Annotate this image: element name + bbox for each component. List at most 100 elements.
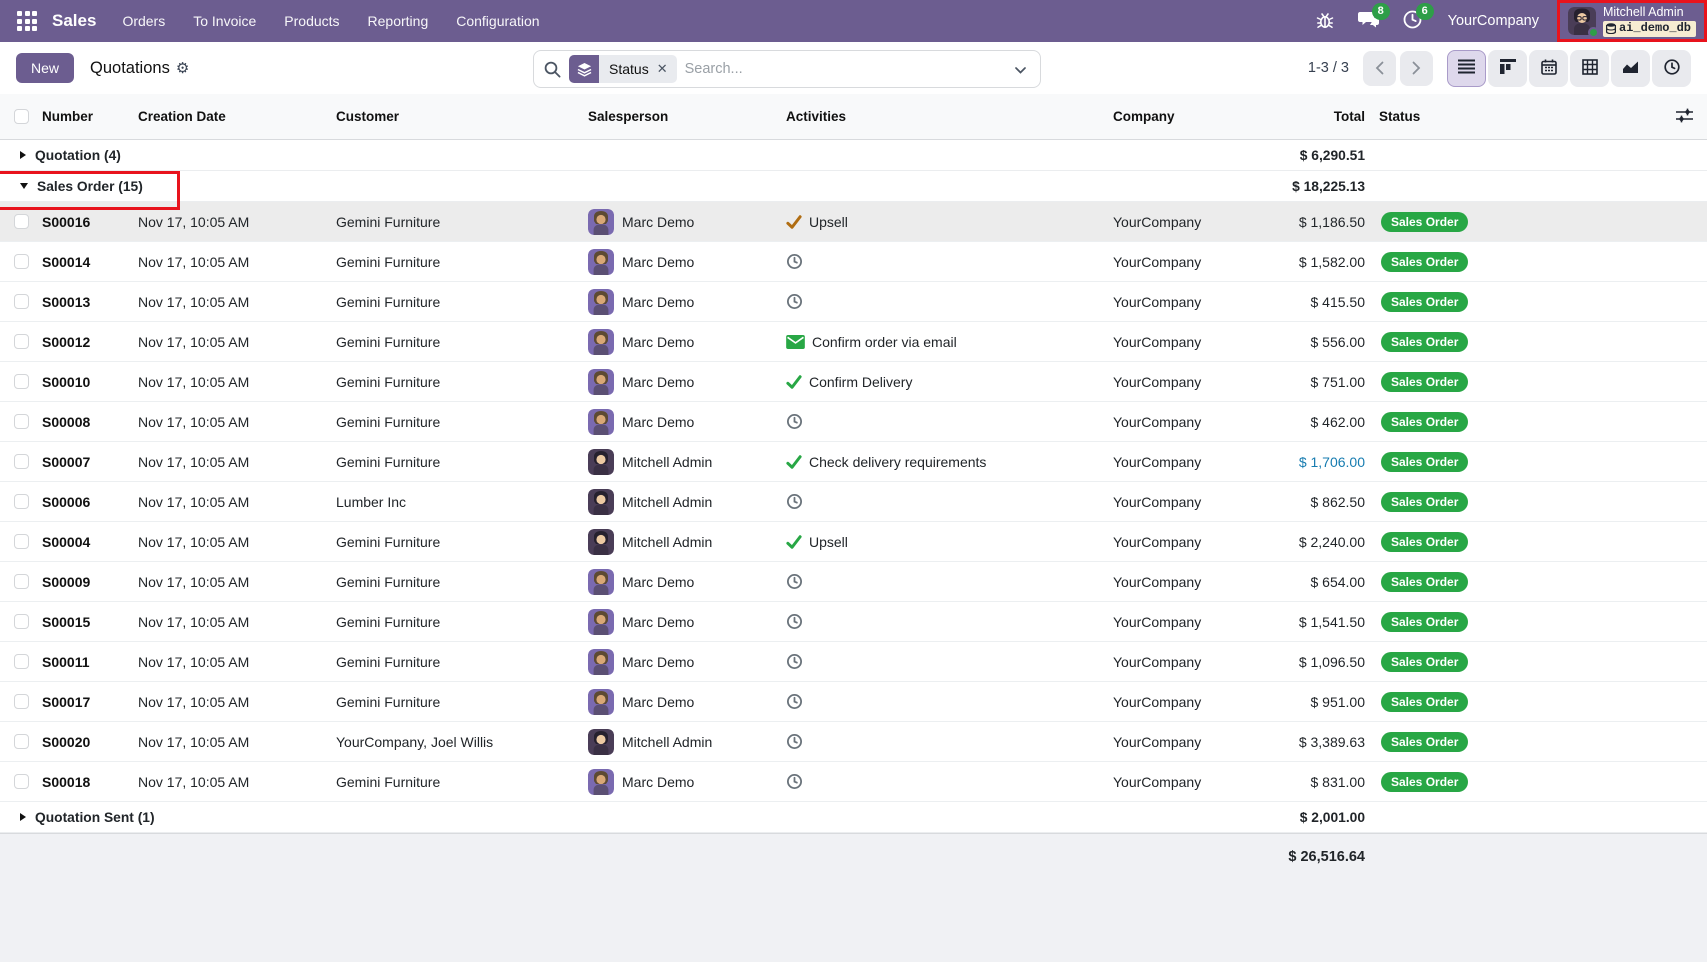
cell-salesperson: Marc Demo	[586, 209, 784, 235]
cell-activities[interactable]: Check delivery requirements	[784, 454, 1111, 470]
cell-activities[interactable]	[784, 413, 1111, 430]
group-caret-icon	[20, 183, 28, 189]
menu-orders[interactable]: Orders	[122, 13, 165, 29]
column-header-total[interactable]: Total	[1283, 109, 1373, 124]
row-checkbox[interactable]	[14, 214, 29, 229]
row-checkbox[interactable]	[14, 454, 29, 469]
table-row-s00006[interactable]: S00006Nov 17, 10:05 AMLumber IncMitchell…	[0, 482, 1707, 522]
row-checkbox[interactable]	[14, 374, 29, 389]
salesperson-name: Mitchell Admin	[622, 454, 712, 470]
status-badge: Sales Order	[1381, 412, 1468, 432]
cell-total: $ 751.00	[1283, 374, 1373, 390]
table-row-s00014[interactable]: S00014Nov 17, 10:05 AMGemini FurnitureMa…	[0, 242, 1707, 282]
row-checkbox[interactable]	[14, 294, 29, 309]
row-checkbox[interactable]	[14, 694, 29, 709]
group-row-sales-order[interactable]: Sales Order (15)$ 18,225.13	[0, 171, 1707, 202]
pager-previous-button[interactable]	[1363, 51, 1396, 86]
column-header-number[interactable]: Number	[40, 109, 136, 124]
view-switcher-pivot[interactable]	[1570, 50, 1609, 87]
select-all-checkbox[interactable]	[14, 109, 29, 124]
user-menu[interactable]: Mitchell Admin ai_demo_db	[1557, 0, 1707, 42]
pager-next-button[interactable]	[1400, 51, 1433, 86]
active-company[interactable]: YourCompany	[1448, 13, 1539, 29]
row-checkbox[interactable]	[14, 534, 29, 549]
table-row-s00010[interactable]: S00010Nov 17, 10:05 AMGemini FurnitureMa…	[0, 362, 1707, 402]
search-facet-status[interactable]: Status ✕	[569, 55, 677, 83]
group-row-quotation-sent[interactable]: Quotation Sent (1)$ 2,001.00	[0, 802, 1707, 833]
optional-columns-icon[interactable]	[1676, 108, 1693, 126]
table-row-s00007[interactable]: S00007Nov 17, 10:05 AMGemini FurnitureMi…	[0, 442, 1707, 482]
gear-icon[interactable]: ⚙	[176, 59, 189, 77]
row-checkbox[interactable]	[14, 774, 29, 789]
facet-close-icon[interactable]: ✕	[655, 55, 677, 83]
cell-activities[interactable]	[784, 293, 1111, 310]
messages-button[interactable]: 8	[1358, 10, 1380, 32]
cell-number: S00011	[40, 654, 136, 670]
graph-view-icon	[1622, 60, 1639, 77]
column-header-creation-date[interactable]: Creation Date	[136, 109, 334, 124]
column-header-activities[interactable]: Activities	[784, 109, 1111, 124]
app-name[interactable]: Sales	[52, 11, 96, 31]
table-row-s00018[interactable]: S00018Nov 17, 10:05 AMGemini FurnitureMa…	[0, 762, 1707, 802]
row-checkbox[interactable]	[14, 614, 29, 629]
salesperson-avatar-icon	[588, 729, 614, 755]
search-bar[interactable]: Status ✕	[533, 50, 1041, 88]
row-checkbox[interactable]	[14, 654, 29, 669]
row-checkbox[interactable]	[14, 254, 29, 269]
table-row-s00017[interactable]: S00017Nov 17, 10:05 AMGemini FurnitureMa…	[0, 682, 1707, 722]
group-row-quotation[interactable]: Quotation (4)$ 6,290.51	[0, 140, 1707, 171]
view-switcher-kanban[interactable]	[1488, 50, 1527, 87]
row-checkbox[interactable]	[14, 734, 29, 749]
table-row-s00020[interactable]: S00020Nov 17, 10:05 AMYourCompany, Joel …	[0, 722, 1707, 762]
apps-menu-icon[interactable]	[10, 4, 44, 38]
activities-button[interactable]: 6	[1402, 10, 1424, 32]
cell-salesperson: Marc Demo	[586, 649, 784, 675]
cell-activities[interactable]	[784, 773, 1111, 790]
cell-activities[interactable]	[784, 653, 1111, 670]
table-row-s00013[interactable]: S00013Nov 17, 10:05 AMGemini FurnitureMa…	[0, 282, 1707, 322]
column-header-status[interactable]: Status	[1373, 109, 1485, 124]
menu-reporting[interactable]: Reporting	[368, 13, 429, 29]
cell-activities[interactable]: Confirm Delivery	[784, 374, 1111, 390]
view-switcher-list[interactable]	[1447, 50, 1486, 87]
table-row-s00008[interactable]: S00008Nov 17, 10:05 AMGemini FurnitureMa…	[0, 402, 1707, 442]
cell-activities[interactable]: Confirm order via email	[784, 334, 1111, 350]
view-switcher-graph[interactable]	[1611, 50, 1650, 87]
cell-activities[interactable]	[784, 693, 1111, 710]
view-switcher-activity[interactable]	[1652, 50, 1691, 87]
view-switcher	[1447, 50, 1691, 87]
cell-activities[interactable]	[784, 733, 1111, 750]
table-row-s00016[interactable]: S00016Nov 17, 10:05 AMGemini FurnitureMa…	[0, 202, 1707, 242]
cell-activities[interactable]: Upsell	[784, 214, 1111, 230]
group-total: $ 6,290.51	[1283, 148, 1373, 163]
table-row-s00004[interactable]: S00004Nov 17, 10:05 AMGemini FurnitureMi…	[0, 522, 1707, 562]
new-button[interactable]: New	[16, 53, 74, 83]
table-row-s00011[interactable]: S00011Nov 17, 10:05 AMGemini FurnitureMa…	[0, 642, 1707, 682]
bug-button[interactable]	[1314, 10, 1336, 32]
cell-activities[interactable]	[784, 493, 1111, 510]
search-input[interactable]	[685, 61, 1009, 77]
search-dropdown-caret-icon[interactable]	[1009, 57, 1032, 81]
cell-activities[interactable]: Upsell	[784, 534, 1111, 550]
table-row-s00009[interactable]: S00009Nov 17, 10:05 AMGemini FurnitureMa…	[0, 562, 1707, 602]
cell-activities[interactable]	[784, 613, 1111, 630]
cell-customer: Gemini Furniture	[334, 694, 586, 710]
row-checkbox[interactable]	[14, 414, 29, 429]
column-header-company[interactable]: Company	[1111, 109, 1283, 124]
row-checkbox[interactable]	[14, 494, 29, 509]
bug-icon	[1316, 11, 1334, 32]
menu-configuration[interactable]: Configuration	[456, 13, 539, 29]
column-header-salesperson[interactable]: Salesperson	[586, 109, 784, 124]
cell-activities[interactable]	[784, 253, 1111, 270]
cell-activities[interactable]	[784, 573, 1111, 590]
menu-products[interactable]: Products	[284, 13, 339, 29]
cell-total: $ 1,706.00	[1283, 454, 1373, 470]
column-header-customer[interactable]: Customer	[334, 109, 586, 124]
menu-to-invoice[interactable]: To Invoice	[193, 13, 256, 29]
view-switcher-calendar[interactable]	[1529, 50, 1568, 87]
table-row-s00012[interactable]: S00012Nov 17, 10:05 AMGemini FurnitureMa…	[0, 322, 1707, 362]
cell-number: S00017	[40, 694, 136, 710]
table-row-s00015[interactable]: S00015Nov 17, 10:05 AMGemini FurnitureMa…	[0, 602, 1707, 642]
row-checkbox[interactable]	[14, 334, 29, 349]
row-checkbox[interactable]	[14, 574, 29, 589]
